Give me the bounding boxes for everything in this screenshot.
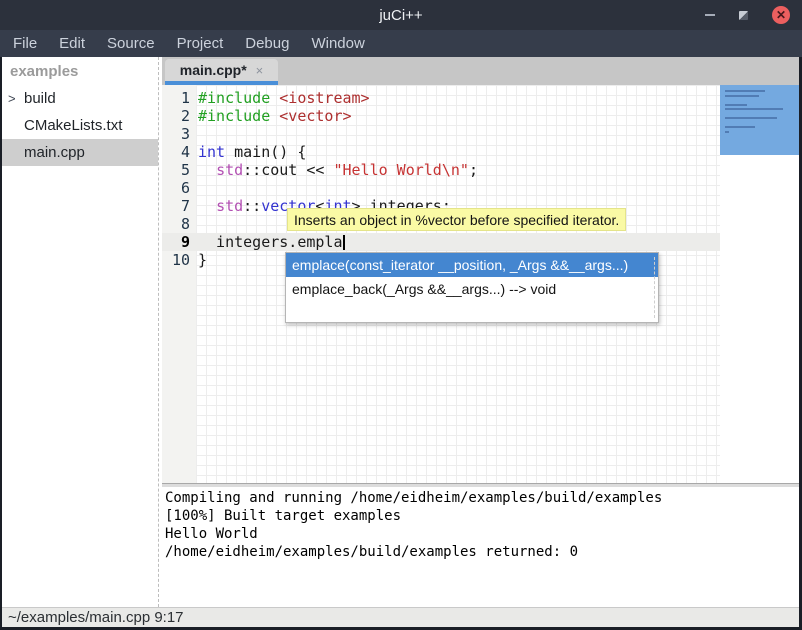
code-line-3[interactable]: 3	[162, 125, 720, 143]
menu-item-debug[interactable]: Debug	[234, 32, 300, 55]
popup-scrollbar[interactable]	[654, 257, 655, 318]
code-line-9[interactable]: 9 integers.empla	[162, 233, 720, 251]
minimap-code-line	[725, 126, 755, 128]
menu-bar: FileEditSourceProjectDebugWindow	[0, 30, 802, 57]
line-number: 3	[162, 125, 190, 143]
code-line-2[interactable]: 2#include <vector>	[162, 107, 720, 125]
window-title: juCi++	[379, 7, 422, 24]
code-lines: 1#include <iostream>2#include <vector>34…	[162, 89, 720, 269]
tab-label: main.cpp*	[180, 62, 247, 78]
autocomplete-popup: emplace(const_iterator __position, _Args…	[285, 252, 659, 323]
file-label: build	[24, 90, 56, 107]
menu-item-window[interactable]: Window	[300, 32, 375, 55]
minimap-code-line	[725, 108, 783, 110]
minimap-code-line	[725, 117, 777, 119]
chevron-right-icon[interactable]: >	[8, 91, 16, 106]
status-bar: ~/examples/main.cpp 9:17	[0, 607, 802, 627]
file-tree: > build CMakeLists.txt main.cpp	[0, 85, 158, 166]
terminal-line: Compiling and running /home/eidheim/exam…	[165, 489, 802, 507]
minimize-icon[interactable]	[705, 14, 715, 16]
file-label: main.cpp	[24, 144, 85, 161]
minimap-slider[interactable]	[720, 85, 799, 155]
minimap-code-line	[725, 104, 747, 106]
line-text: #include <vector>	[190, 107, 352, 125]
autocomplete-item-1[interactable]: emplace_back(_Args &&__args...) --> void	[286, 277, 658, 301]
code-editor[interactable]: 1#include <iostream>2#include <vector>34…	[162, 85, 802, 483]
line-number: 2	[162, 107, 190, 125]
line-number: 10	[162, 251, 190, 269]
autocomplete-item-0[interactable]: emplace(const_iterator __position, _Args…	[286, 253, 658, 277]
code-line-4[interactable]: 4int main() {	[162, 143, 720, 161]
code-line-5[interactable]: 5 std::cout << "Hello World\n";	[162, 161, 720, 179]
menu-item-source[interactable]: Source	[96, 32, 166, 55]
line-text: int main() {	[190, 143, 306, 161]
terminal-line: [100%] Built target examples	[165, 507, 802, 525]
line-text	[190, 215, 198, 233]
status-location: ~/examples/main.cpp 9:17	[8, 609, 184, 626]
line-text: integers.empla	[190, 233, 345, 251]
minimap-column[interactable]	[720, 85, 802, 483]
line-text: std::cout << "Hello World\n";	[190, 161, 478, 179]
window-controls: ✕	[705, 0, 790, 30]
line-number: 7	[162, 197, 190, 215]
line-number: 8	[162, 215, 190, 233]
file-tree-sidebar: examples > build CMakeLists.txt main.cpp	[0, 57, 158, 607]
restore-icon[interactable]	[739, 11, 748, 20]
close-icon[interactable]: ✕	[772, 6, 790, 24]
code-line-1[interactable]: 1#include <iostream>	[162, 89, 720, 107]
window-border-left	[0, 57, 2, 630]
code-line-6[interactable]: 6	[162, 179, 720, 197]
editor-column: main.cpp* × 1#include <iostream>2#includ…	[162, 57, 802, 607]
tab-main-cpp[interactable]: main.cpp* ×	[165, 59, 278, 85]
title-bar[interactable]: juCi++ ✕	[0, 0, 802, 30]
terminal-output[interactable]: Compiling and running /home/eidheim/exam…	[162, 487, 802, 607]
line-text: }	[190, 251, 207, 269]
line-number: 4	[162, 143, 190, 161]
line-text: #include <iostream>	[190, 89, 370, 107]
sidebar-item-cmakelists-txt[interactable]: CMakeLists.txt	[0, 112, 158, 139]
menu-item-project[interactable]: Project	[166, 32, 235, 55]
main-area: examples > build CMakeLists.txt main.cpp ma…	[0, 57, 802, 607]
tab-bar: main.cpp* ×	[162, 57, 802, 85]
line-number: 9	[162, 233, 190, 251]
tab-close-icon[interactable]: ×	[256, 63, 264, 78]
line-text	[190, 179, 198, 197]
file-label: CMakeLists.txt	[24, 117, 122, 134]
terminal-line: /home/eidheim/examples/build/examples re…	[165, 543, 802, 561]
minimap-code-line	[725, 131, 729, 133]
menu-item-file[interactable]: File	[2, 32, 48, 55]
line-number: 1	[162, 89, 190, 107]
sidebar-item-build[interactable]: > build	[0, 85, 158, 112]
line-number: 6	[162, 179, 190, 197]
minimap-code-line	[725, 90, 765, 92]
text-cursor	[343, 235, 345, 250]
terminal-line: Hello World	[165, 525, 802, 543]
project-name-header: examples	[0, 57, 158, 85]
minimap-code-line	[725, 95, 759, 97]
line-text	[190, 125, 198, 143]
menu-item-edit[interactable]: Edit	[48, 32, 96, 55]
app-window: juCi++ ✕ FileEditSourceProjectDebugWindo…	[0, 0, 802, 630]
line-number: 5	[162, 161, 190, 179]
sidebar-item-main-cpp[interactable]: main.cpp	[0, 139, 158, 166]
doc-tooltip: Inserts an object in %vector before spec…	[287, 208, 626, 231]
